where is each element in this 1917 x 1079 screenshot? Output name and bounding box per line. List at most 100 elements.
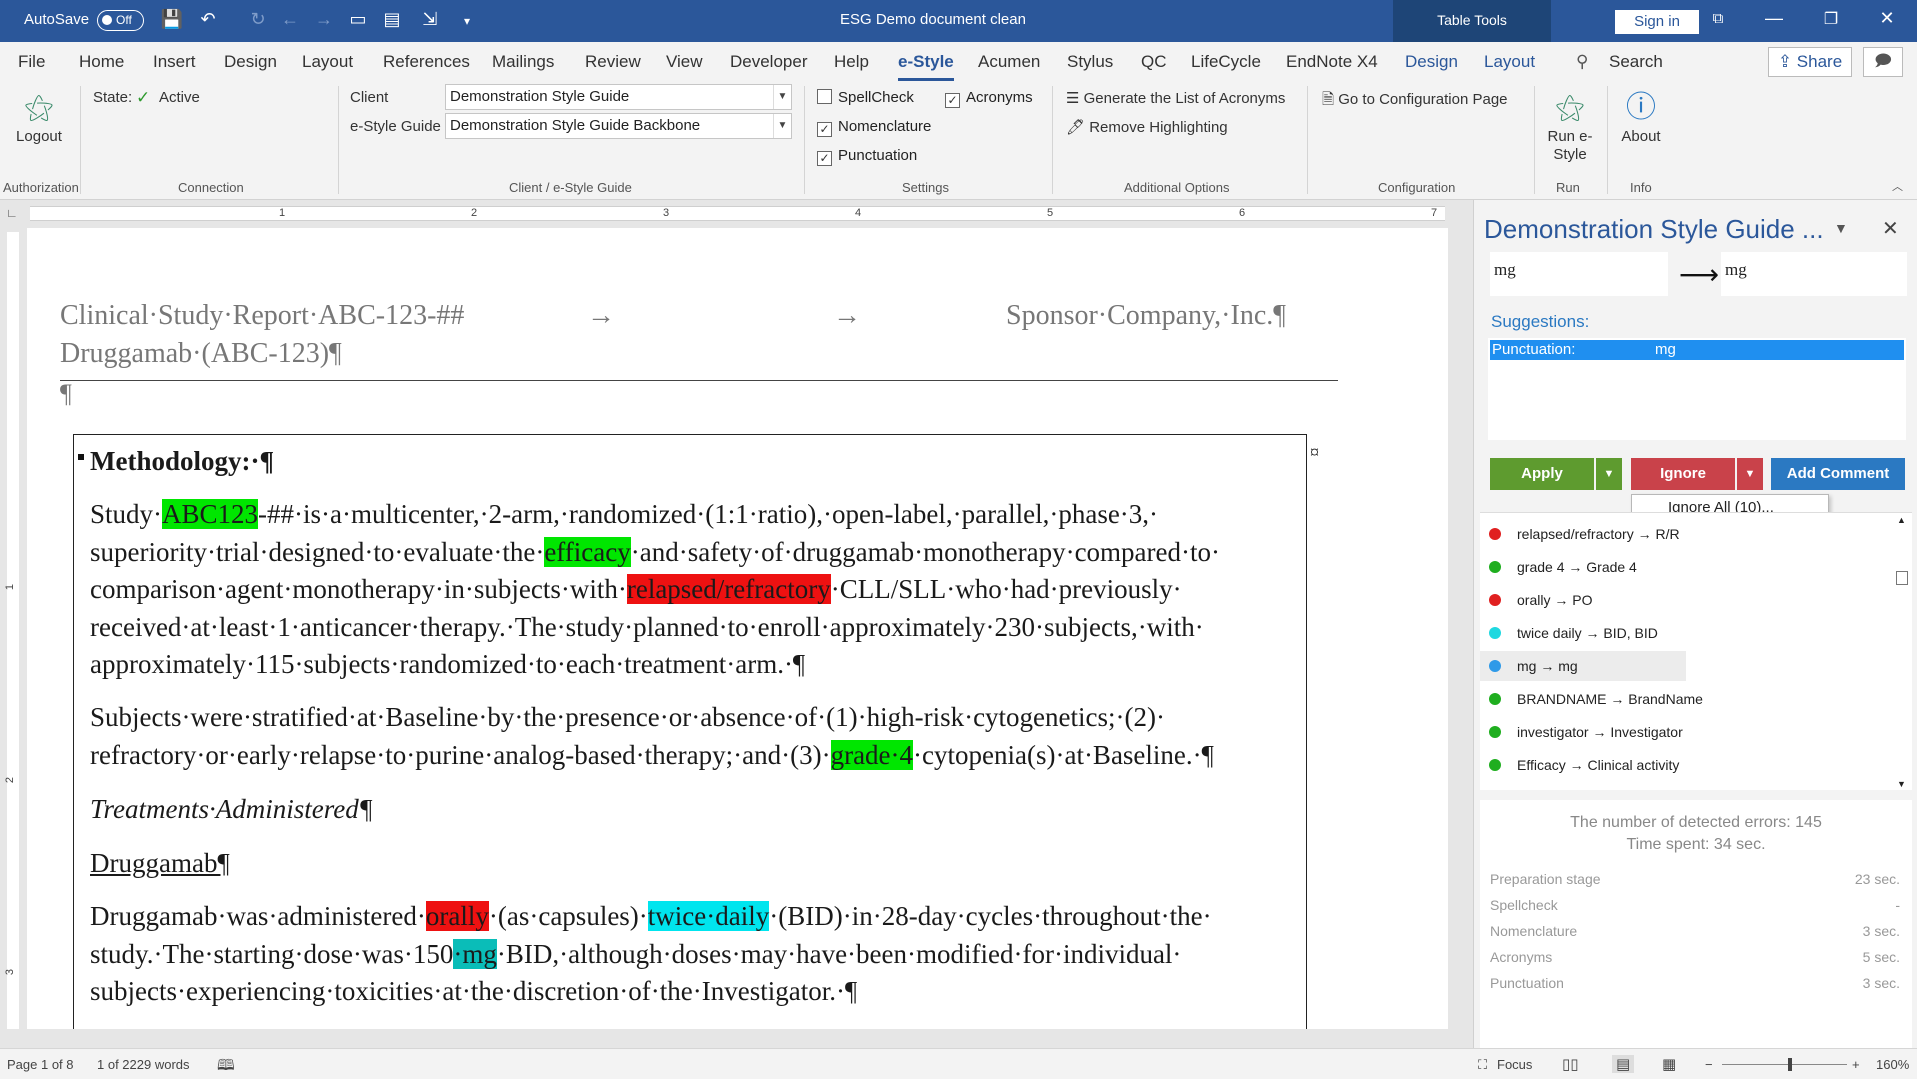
tab-mailings[interactable]: Mailings — [492, 52, 554, 72]
read-mode-icon[interactable]: ▯▯ — [1562, 1055, 1579, 1073]
tab-table-design[interactable]: Design — [1405, 52, 1458, 72]
undo-icon[interactable]: ↶ — [196, 9, 220, 30]
highlight-acronym[interactable]: ABC123 — [162, 499, 259, 529]
pane-close-icon[interactable]: ✕ — [1882, 216, 1899, 241]
suggestions-list[interactable]: Punctuation: mg — [1488, 338, 1906, 440]
replacement-text-field[interactable]: mg — [1721, 252, 1907, 296]
redo-icon[interactable]: ↻ — [246, 9, 270, 30]
print-preview-icon[interactable]: ▤ — [380, 9, 404, 30]
proofing-icon[interactable]: 🕮 — [217, 1055, 235, 1079]
about-button[interactable]: ⓘ About — [1612, 88, 1670, 145]
zoom-level[interactable]: 160% — [1876, 1057, 1909, 1072]
scroll-thumb[interactable] — [1896, 571, 1908, 585]
draw-table-icon[interactable]: ▭ — [346, 9, 370, 30]
run-e-style-button[interactable]: ⚝ Run e- Style — [1540, 88, 1600, 164]
tab-help[interactable]: Help — [834, 52, 869, 72]
ruler-track[interactable] — [7, 232, 19, 1029]
ribbon-display-icon[interactable]: ⧉ — [1703, 10, 1733, 27]
search-icon[interactable]: ⚲ — [1576, 52, 1588, 72]
ignore-button[interactable]: Ignore — [1631, 458, 1735, 490]
tab-selector-icon[interactable]: ∟ — [6, 206, 18, 220]
tab-home[interactable]: Home — [79, 52, 124, 72]
collapse-ribbon-icon[interactable]: ︿ — [1892, 178, 1903, 194]
config-page-button[interactable]: 🗎 Go to Configuration Page — [1322, 89, 1508, 114]
apply-button[interactable]: Apply — [1490, 458, 1594, 490]
sign-in-button[interactable]: Sign in — [1615, 10, 1699, 34]
error-list-item[interactable]: grade 4 → Grade 4 — [1480, 552, 1686, 582]
focus-mode[interactable]: Focus — [1497, 1057, 1532, 1072]
tab-file[interactable]: File — [18, 52, 45, 72]
add-comment-button[interactable]: Add Comment — [1771, 458, 1905, 490]
tab-developer[interactable]: Developer — [730, 52, 808, 72]
tab-e-style[interactable]: e-Style — [898, 52, 954, 81]
error-list[interactable]: relapsed/refractory → R/R grade 4 → Grade… — [1480, 512, 1912, 790]
restore-icon[interactable]: ❐ — [1816, 9, 1846, 29]
zoom-slider[interactable] — [1722, 1064, 1847, 1065]
autosave-toggle[interactable]: Off — [97, 10, 144, 31]
highlight-error[interactable]: relapsed/refractory — [626, 574, 831, 604]
focus-icon[interactable]: ⛶ — [1478, 1057, 1487, 1073]
highlight-error[interactable]: orally — [425, 901, 489, 931]
suggestion-item[interactable]: Punctuation: mg — [1490, 340, 1904, 360]
highlight-nomenclature[interactable]: efficacy — [544, 536, 631, 567]
word-count[interactable]: 1 of 2229 words — [97, 1057, 190, 1072]
ignore-dropdown-icon[interactable]: ▼ — [1737, 458, 1763, 490]
pane-options-icon[interactable]: ▼ — [1834, 220, 1848, 236]
scroll-up-icon[interactable]: ▲ — [1897, 515, 1906, 525]
tab-stylus[interactable]: Stylus — [1067, 52, 1113, 72]
print-layout-icon[interactable]: ▤ — [1612, 1055, 1635, 1073]
highlight-acronym[interactable]: twice·daily — [647, 901, 770, 931]
error-list-item[interactable]: relapsed/refractory → R/R — [1480, 519, 1686, 549]
acronyms-checkbox[interactable]: ✓ Acronyms — [945, 89, 1033, 108]
tab-design[interactable]: Design — [224, 52, 277, 72]
customize-qat-icon[interactable]: ▾ — [455, 14, 479, 28]
close-icon[interactable]: ✕ — [1872, 8, 1902, 29]
table-move-handle[interactable] — [78, 454, 84, 460]
document-page[interactable]: Clinical·Study·Report·ABC-123-## → → Spo… — [27, 228, 1448, 1029]
share-button[interactable]: ⇪ Share — [1768, 47, 1852, 77]
error-list-item[interactable]: orally → PO — [1480, 585, 1686, 615]
remove-highlighting-button[interactable]: 🖊 Remove Highlighting — [1066, 118, 1228, 136]
web-layout-icon[interactable]: ▦ — [1662, 1055, 1676, 1073]
export-icon[interactable]: ⇲ — [418, 9, 442, 30]
error-list-item[interactable]: twice daily → BID, BID — [1480, 618, 1686, 648]
apply-dropdown-icon[interactable]: ▼ — [1596, 458, 1622, 490]
spellcheck-checkbox[interactable]: SpellCheck — [817, 89, 914, 106]
tab-view[interactable]: View — [666, 52, 703, 72]
tab-acumen[interactable]: Acumen — [978, 52, 1040, 72]
tab-references[interactable]: References — [383, 52, 470, 72]
error-list-item[interactable]: investigator → Investigator — [1480, 717, 1686, 747]
generate-acronyms-button[interactable]: ☰ Generate the List of Acronyms — [1066, 89, 1285, 107]
zoom-out-icon[interactable]: − — [1705, 1057, 1713, 1072]
error-list-scrollbar[interactable]: ▲ ▼ — [1895, 515, 1909, 789]
back-icon[interactable]: ← — [278, 9, 302, 30]
highlight-nomenclature[interactable]: grade·4 — [830, 739, 914, 770]
tab-insert[interactable]: Insert — [153, 52, 196, 72]
minimize-icon[interactable]: — — [1759, 8, 1789, 29]
highlight-punctuation[interactable]: ·mg — [453, 938, 497, 969]
scroll-down-icon[interactable]: ▼ — [1897, 779, 1906, 789]
tab-review[interactable]: Review — [585, 52, 641, 72]
original-text-field[interactable]: mg — [1490, 252, 1668, 296]
tab-layout[interactable]: Layout — [302, 52, 353, 72]
search-box[interactable]: Search — [1609, 52, 1663, 72]
ruler-track[interactable] — [30, 206, 1445, 221]
page-count[interactable]: Page 1 of 8 — [7, 1057, 74, 1072]
tab-table-layout[interactable]: Layout — [1484, 52, 1535, 72]
save-icon[interactable]: 💾 — [160, 9, 184, 30]
error-list-item[interactable]: Efficacy → Clinical activity — [1480, 750, 1686, 780]
nomenclature-checkbox[interactable]: ✓ Nomenclature — [817, 118, 931, 137]
forward-icon[interactable]: → — [312, 9, 336, 30]
guide-dropdown[interactable]: Demonstration Style Guide Backbone ▼ — [445, 113, 792, 139]
error-list-item[interactable]: mg → mg — [1480, 651, 1686, 681]
client-dropdown[interactable]: Demonstration Style Guide ▼ — [445, 84, 792, 110]
zoom-slider-thumb[interactable] — [1788, 1058, 1792, 1071]
tab-endnote[interactable]: EndNote X4 — [1286, 52, 1378, 72]
punctuation-checkbox[interactable]: ✓ Punctuation — [817, 147, 917, 166]
error-list-item[interactable]: BRANDNAME → BrandName — [1480, 684, 1703, 714]
zoom-in-icon[interactable]: + — [1852, 1057, 1860, 1072]
comments-button[interactable]: 🗩 — [1863, 47, 1903, 77]
tab-qc[interactable]: QC — [1141, 52, 1167, 72]
tab-lifecycle[interactable]: LifeCycle — [1191, 52, 1261, 72]
logout-button[interactable]: ⚝ Logout — [8, 88, 70, 145]
